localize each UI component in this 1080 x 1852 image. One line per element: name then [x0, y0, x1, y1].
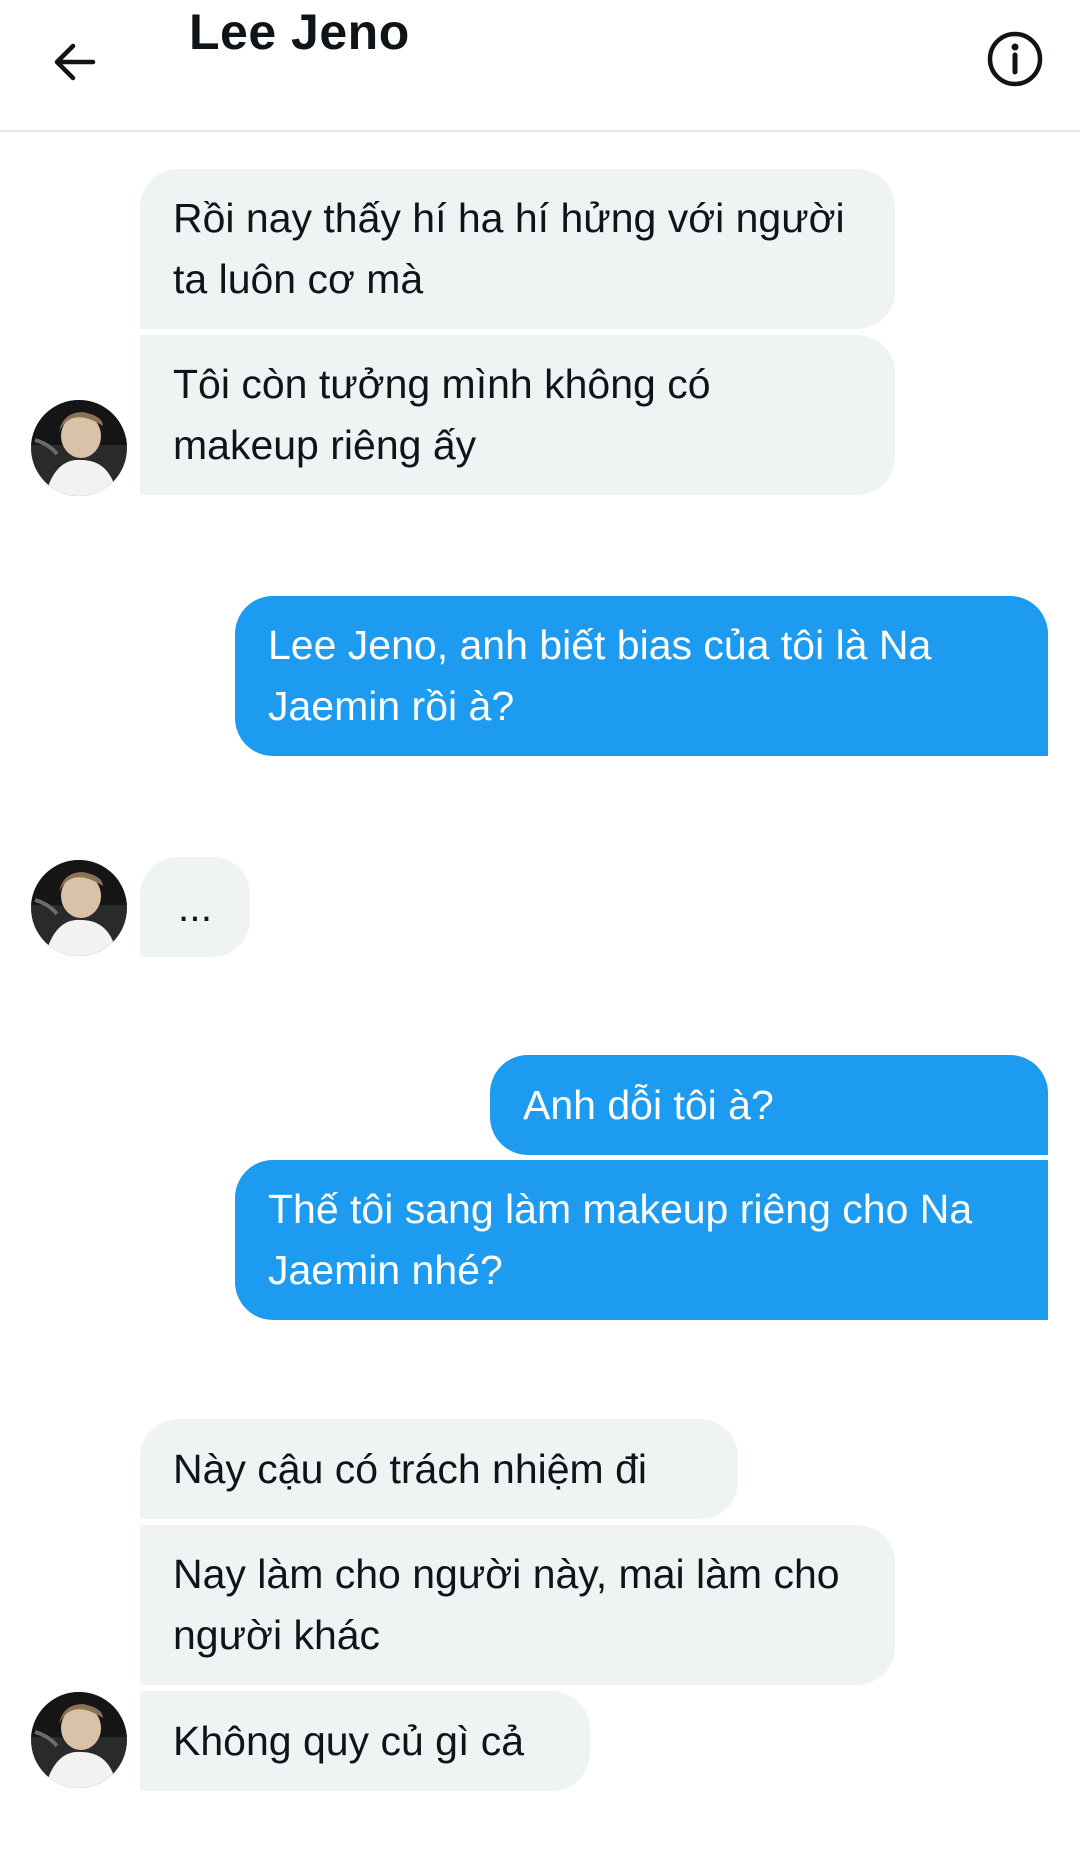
message-text: ...	[177, 883, 213, 930]
info-button[interactable]	[986, 30, 1044, 88]
avatar-photo	[31, 1692, 127, 1788]
contact-avatar[interactable]	[31, 860, 127, 956]
message-bubble-incoming[interactable]: ...	[140, 857, 250, 957]
avatar-photo	[31, 860, 127, 956]
message-bubble-outgoing[interactable]: Lee Jeno, anh biết bias của tôi là Na Ja…	[235, 596, 1048, 756]
conversation-header: Lee Jeno	[0, 0, 1080, 132]
message-bubble-incoming[interactable]: Rồi nay thấy hí ha hí hửng với người ta …	[140, 169, 895, 329]
message-text: Anh dỗi tôi à?	[523, 1081, 774, 1128]
contact-avatar[interactable]	[31, 1692, 127, 1788]
message-text: Thế tôi sang làm makeup riêng cho Na Jae…	[268, 1186, 973, 1293]
info-circle-icon	[987, 31, 1043, 87]
message-bubble-outgoing[interactable]: Thế tôi sang làm makeup riêng cho Na Jae…	[235, 1160, 1048, 1320]
conversation-title: Lee Jeno	[189, 4, 410, 60]
message-bubble-incoming[interactable]: Tôi còn tưởng mình không có makeup riêng…	[140, 335, 895, 495]
message-text: Tôi còn tưởng mình không có makeup riêng…	[173, 361, 711, 468]
arrow-left-icon	[54, 43, 96, 81]
back-button[interactable]	[44, 28, 104, 96]
message-text: Này cậu có trách nhiệm đi	[173, 1445, 648, 1492]
message-bubble-incoming[interactable]: Này cậu có trách nhiệm đi	[140, 1419, 738, 1519]
contact-avatar[interactable]	[31, 400, 127, 496]
message-bubble-incoming[interactable]: Nay làm cho người này, mai làm cho người…	[140, 1525, 895, 1685]
message-text: Rồi nay thấy hí ha hí hửng với người ta …	[173, 195, 845, 302]
message-text: Không quy củ gì cả	[173, 1717, 525, 1764]
message-bubble-incoming[interactable]: Không quy củ gì cả	[140, 1691, 590, 1791]
message-text: Lee Jeno, anh biết bias của tôi là Na Ja…	[268, 622, 932, 729]
message-bubble-outgoing[interactable]: Anh dỗi tôi à?	[490, 1055, 1048, 1155]
avatar-photo	[31, 400, 127, 496]
message-text: Nay làm cho người này, mai làm cho người…	[173, 1551, 840, 1658]
